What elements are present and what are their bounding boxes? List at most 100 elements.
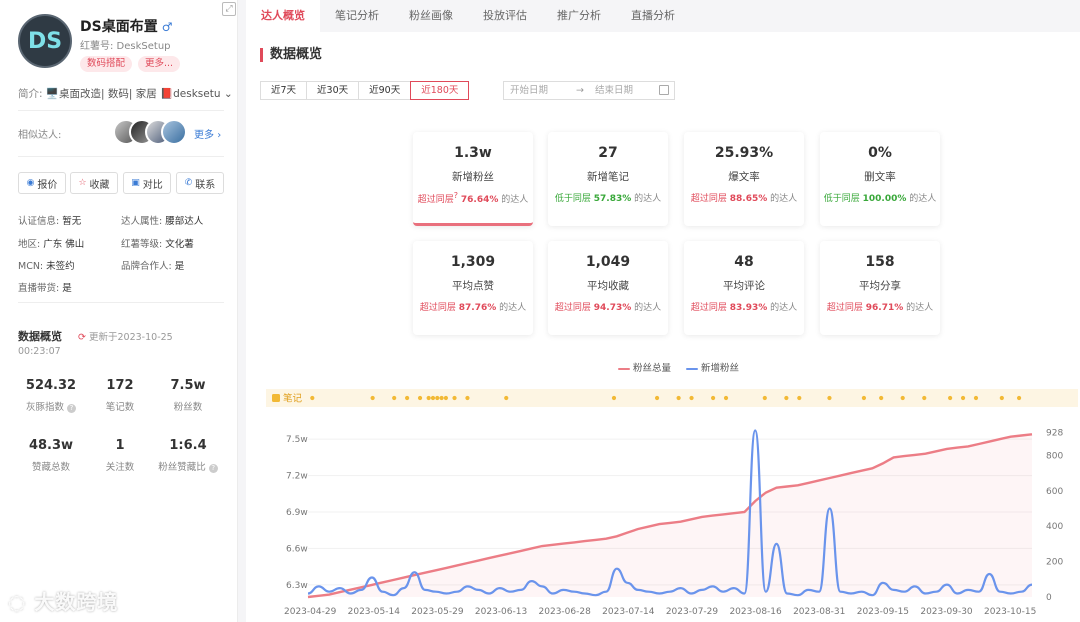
- phone-icon: ✆: [184, 178, 193, 188]
- metric-value: 1.3w: [454, 145, 492, 161]
- logo-icon: ◌: [8, 590, 27, 614]
- range-180d[interactable]: 近180天: [410, 81, 470, 100]
- compare-icon: ▣: [131, 178, 140, 188]
- metric-value: 1,049: [585, 254, 631, 270]
- metric-compare: 低于同层 100.00% 的达人: [823, 194, 937, 204]
- favorite-label: 收藏: [89, 179, 110, 191]
- metric-label: 平均分享: [859, 280, 901, 292]
- x-tick-label: 2023-08-31: [793, 607, 845, 617]
- arrow-right-icon: →: [576, 85, 584, 96]
- tab-notes[interactable]: 笔记分析: [320, 0, 394, 32]
- range-30d[interactable]: 近30天: [306, 81, 360, 100]
- metric-value: 0%: [868, 145, 892, 161]
- note-marker: [435, 395, 440, 401]
- fans-trend-chart[interactable]: 笔记 6.3w 6.6w 6.9w 7.2w 7.5w 0 200 400 600 800 928 20…: [266, 387, 1078, 622]
- metric-value: 48: [734, 254, 754, 270]
- tab-delivery[interactable]: 投放评估: [468, 0, 542, 32]
- metric-compare: 超过同层 88.65% 的达人: [690, 194, 798, 204]
- y-right-tick-label: 0: [1046, 593, 1052, 603]
- x-tick-label: 2023-06-13: [475, 607, 527, 617]
- tab-fans[interactable]: 粉丝画像: [394, 0, 468, 32]
- note-marker: [443, 395, 449, 401]
- avatar[interactable]: [161, 119, 187, 145]
- metric-card[interactable]: 27 新增笔记 低于同层 57.83% 的达人: [548, 132, 668, 226]
- x-tick-label: 2023-09-15: [857, 607, 909, 617]
- date-range-picker[interactable]: 开始日期 → 结束日期: [503, 81, 675, 100]
- end-date-input[interactable]: 结束日期: [595, 82, 633, 99]
- divider: [18, 156, 224, 157]
- x-tick-label: 2023-08-16: [729, 607, 782, 617]
- calendar-icon: [659, 85, 669, 95]
- info-mcn: MCN: 未签约: [18, 261, 75, 272]
- metric-value: 158: [865, 254, 895, 270]
- tab-promotion[interactable]: 推广分析: [542, 0, 616, 32]
- legend-new-fans[interactable]: 新增粉丝: [686, 360, 739, 374]
- info-certification: 认证信息: 暂无: [18, 216, 82, 227]
- metric-card[interactable]: 1,309 平均点赞 超过同层 87.76% 的达人: [413, 241, 533, 335]
- stat-likes-saves: 48.3w 赞藏总数: [28, 438, 74, 473]
- more-label: 更多: [194, 130, 214, 141]
- refresh-icon: ⟳: [78, 332, 86, 343]
- note-marker: [723, 395, 729, 401]
- note-marker: [900, 395, 905, 401]
- note-marker: [370, 395, 375, 401]
- metric-card[interactable]: 48 平均评论 超过同层 83.93% 的达人: [684, 241, 804, 335]
- metric-compare: 超过同层 87.76% 的达人: [419, 303, 527, 313]
- legend-total-fans[interactable]: 粉丝总量: [618, 360, 671, 374]
- profile-avatar: DS: [18, 14, 72, 68]
- tab-overview[interactable]: 达人概览: [246, 0, 320, 32]
- metric-card[interactable]: 158 平均分享 超过同层 96.71% 的达人: [820, 241, 940, 335]
- note-marker: [999, 395, 1004, 401]
- overview-title: 数据概览: [18, 330, 62, 343]
- star-icon: ☆: [78, 178, 87, 188]
- note-marker: [710, 395, 716, 401]
- help-icon: ?: [208, 464, 218, 473]
- intro-text: 🖥️桌面改造| 数码| 家居 📕desksetu: [45, 88, 221, 100]
- y-left-tick-label: 6.6w: [286, 544, 308, 554]
- similar-more-link[interactable]: 更多 ›: [194, 126, 221, 141]
- compare-button[interactable]: ▣ 对比: [123, 172, 171, 194]
- contact-button[interactable]: ✆ 联系: [176, 172, 224, 194]
- metric-card[interactable]: 25.93% 爆文率 超过同层 88.65% 的达人: [684, 132, 804, 226]
- y-left-tick-label: 7.5w: [286, 435, 308, 445]
- divider: [18, 302, 224, 303]
- note-marker: [452, 395, 457, 401]
- range-selector: 近7天 近30天 近90天 近180天: [260, 81, 470, 100]
- main-panel: 数据概览 近7天 近30天 近90天 近180天 开始日期 → 结束日期 1.3…: [246, 32, 1080, 622]
- stat-following: 1 关注数: [105, 438, 135, 473]
- note-marker: [797, 395, 802, 401]
- y-right-tick-label: 800: [1046, 451, 1063, 461]
- range-7d[interactable]: 近7天: [260, 81, 308, 100]
- note-marker: [922, 395, 927, 401]
- start-date-input[interactable]: 开始日期: [510, 85, 548, 96]
- profile-sidebar: DS DS桌面布置 ♂ ⤢ 红薯号: DeskSetup 数码搭配 更多... 简…: [0, 0, 238, 622]
- section-title: 数据概览: [260, 48, 322, 62]
- metric-value: 25.93%: [714, 145, 774, 161]
- note-marker: [430, 395, 436, 401]
- tab-live[interactable]: 直播分析: [616, 0, 690, 32]
- metric-card[interactable]: 0% 删文率低于同层 100.00% 的达人: [820, 132, 940, 226]
- note-marker: [392, 395, 397, 401]
- metric-compare: 超过同层 94.73% 的达人: [554, 303, 662, 313]
- x-tick-label: 2023-07-29: [666, 607, 719, 617]
- chevron-down-icon[interactable]: ⌄: [224, 88, 233, 100]
- metric-card[interactable]: 1.3w 新增粉丝 超过同层? 76.64% 的达人: [413, 132, 533, 226]
- notes-label: 笔记: [283, 393, 303, 405]
- tab-bar: 达人概览 笔记分析 粉丝画像 投放评估 推广分析 直播分析: [246, 0, 1080, 32]
- y-left-tick-label: 6.3w: [286, 581, 308, 591]
- metric-label: 新增粉丝: [452, 171, 494, 183]
- divider: [18, 110, 224, 111]
- info-brand-partner: 品牌合作人: 是: [121, 261, 185, 272]
- overview-update-time: 00:23:07: [18, 346, 61, 357]
- quote-button[interactable]: ◉ 报价: [18, 172, 66, 194]
- tag-more-button[interactable]: 更多...: [138, 56, 181, 72]
- overview-update[interactable]: ⟳ 更新于2023-10-25: [78, 329, 173, 343]
- range-90d[interactable]: 近90天: [358, 81, 412, 100]
- metric-label: 删文率: [864, 171, 896, 183]
- favorite-button[interactable]: ☆ 收藏: [70, 172, 118, 194]
- quote-icon: ◉: [26, 178, 35, 188]
- note-marker: [465, 395, 470, 401]
- expand-icon[interactable]: ⤢: [222, 2, 236, 16]
- note-marker: [676, 395, 681, 401]
- metric-card[interactable]: 1,049 平均收藏 超过同层 94.73% 的达人: [548, 241, 668, 335]
